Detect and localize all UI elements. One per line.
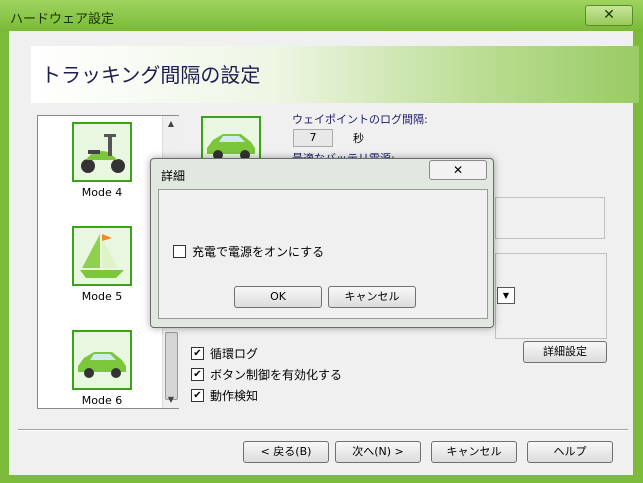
mode-item-6[interactable]: Mode 6 xyxy=(72,330,132,407)
page-title: トラッキング間隔の設定 xyxy=(41,63,261,87)
mode-label: Mode 6 xyxy=(81,394,123,407)
checkbox-box[interactable]: ✔ xyxy=(191,368,204,381)
header-banner: トラッキング間隔の設定 xyxy=(31,46,639,103)
scroll-up-button[interactable]: ▲ xyxy=(163,116,179,132)
dialog-cancel-button[interactable]: キャンセル xyxy=(328,286,416,308)
interval-value-field[interactable]: 7 xyxy=(293,129,333,147)
mode-item-5[interactable]: Mode 5 xyxy=(72,226,132,303)
scooter-icon xyxy=(72,122,132,182)
window-close-button[interactable]: ✕ xyxy=(585,5,633,26)
main-window: ハードウェア設定 ✕ トラッキング間隔の設定 Mode 4 Mode 5 Mod… xyxy=(0,0,643,483)
scroll-down-button[interactable]: ▼ xyxy=(163,392,179,408)
footer-separator xyxy=(18,429,628,431)
dialog-client: 充電で電源をオンにする OK キャンセル xyxy=(158,189,488,319)
power-on-charge-checkbox[interactable]: 充電で電源をオンにする xyxy=(173,243,324,260)
checkbox-box[interactable]: ✔ xyxy=(191,389,204,402)
title-bar: ハードウェア設定 ✕ xyxy=(0,0,643,32)
sailboat-icon xyxy=(72,226,132,286)
checkbox-label: ボタン制御を有効化する xyxy=(210,368,343,382)
mode-item-4[interactable]: Mode 4 xyxy=(72,122,132,199)
interval-unit: 秒 xyxy=(353,132,364,145)
waypoint-interval-label: ウェイポイントのログ間隔: xyxy=(292,113,428,126)
checkbox-label: 循環ログ xyxy=(210,347,259,361)
combo-dropdown-button[interactable]: ▼ xyxy=(497,287,515,304)
advanced-settings-button[interactable]: 詳細設定 xyxy=(523,341,607,363)
back-button[interactable]: < 戻る(B) xyxy=(243,441,329,463)
checkbox-box[interactable]: ✔ xyxy=(191,347,204,360)
checkbox-label: 動作検知 xyxy=(210,389,259,403)
help-button[interactable]: ヘルプ xyxy=(527,441,613,463)
circular-log-checkbox[interactable]: ✔ 循環ログ xyxy=(191,345,258,362)
checkbox-label: 充電で電源をオンにする xyxy=(192,245,325,259)
window-title: ハードウェア設定 xyxy=(10,12,115,27)
next-button[interactable]: 次へ(N) > xyxy=(335,441,421,463)
button-control-checkbox[interactable]: ✔ ボタン制御を有効化する xyxy=(191,366,342,383)
checkbox-box[interactable] xyxy=(173,245,186,258)
scroll-thumb[interactable] xyxy=(165,332,178,400)
mode-label: Mode 5 xyxy=(81,290,123,303)
settings-group-upper xyxy=(495,197,605,239)
dialog-ok-button[interactable]: OK xyxy=(234,286,322,308)
cancel-button[interactable]: キャンセル xyxy=(431,441,517,463)
car-icon xyxy=(72,330,132,390)
dialog-title: 詳細 xyxy=(161,169,186,183)
dialog-close-button[interactable]: ✕ xyxy=(429,160,487,180)
detail-dialog: 詳細 ✕ 充電で電源をオンにする OK キャンセル xyxy=(150,158,494,328)
mode-label: Mode 4 xyxy=(81,186,123,199)
motion-detect-checkbox[interactable]: ✔ 動作検知 xyxy=(191,387,258,404)
